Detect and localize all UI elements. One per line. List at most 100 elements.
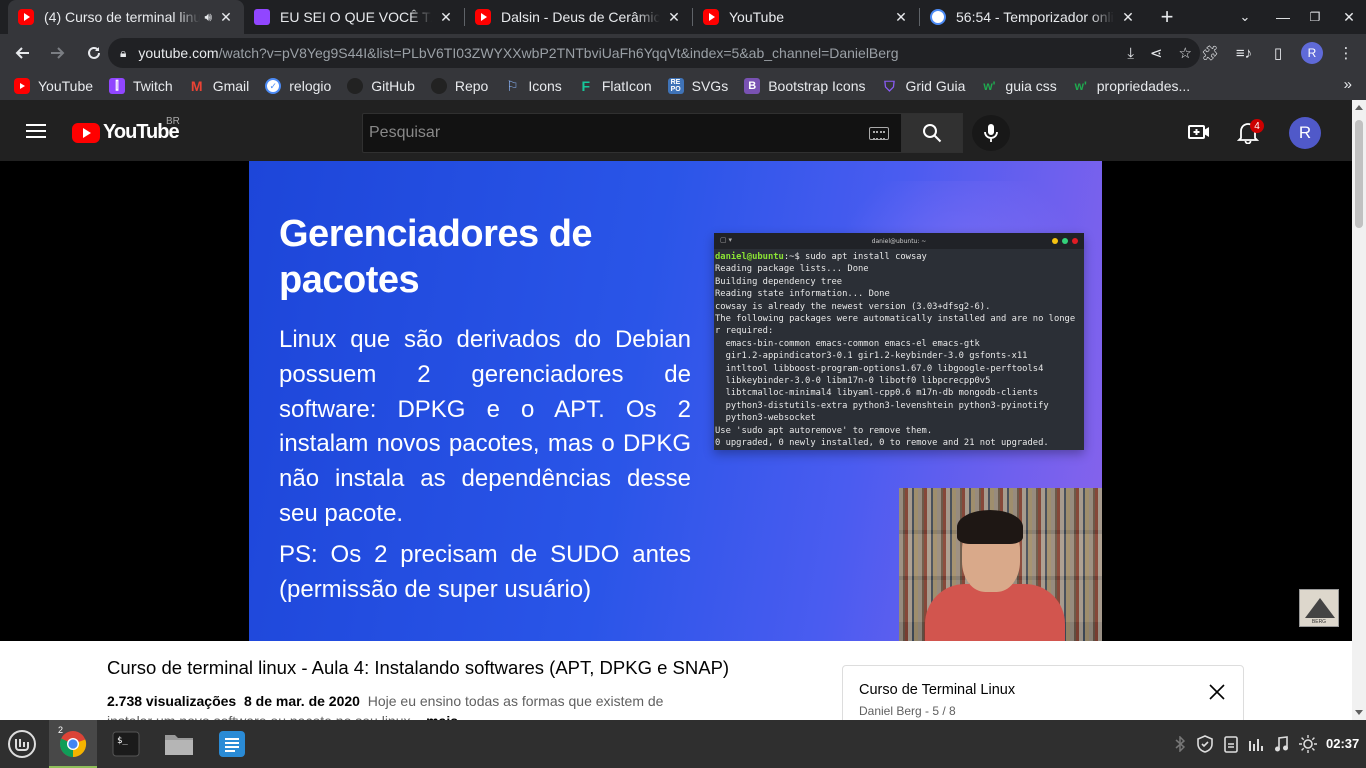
bookmark-svgs[interactable]: RE PO SVGs	[667, 78, 728, 94]
close-tab-icon[interactable]: ✕	[666, 9, 682, 26]
close-tab-icon[interactable]: ✕	[1120, 9, 1136, 26]
flag-icon: ⚐	[506, 77, 519, 94]
install-app-icon[interactable]: ⤓	[1127, 45, 1134, 62]
video-meta[interactable]: 2.738 visualizações 8 de mar. de 2020 Ho…	[107, 691, 707, 720]
bookmark-star-icon[interactable]: ☆	[1179, 44, 1192, 62]
search-input[interactable]	[363, 114, 843, 152]
extensions-puzzle-icon[interactable]: 🧩︎	[1196, 37, 1224, 69]
url-text[interactable]: youtube.com/watch?v=pV8Yeg9S44I&list=PLb…	[138, 45, 898, 61]
taskbar-terminal[interactable]: $_	[104, 720, 148, 768]
account-avatar[interactable]: R	[1289, 117, 1321, 149]
clipboard-icon[interactable]	[1222, 734, 1240, 754]
new-tab-button[interactable]: +	[1150, 0, 1184, 34]
terminal-output-text: Reading package lists... Done Building d…	[715, 264, 1076, 449]
clock-icon: ✓	[265, 78, 282, 94]
github-icon	[430, 78, 447, 94]
bluetooth-icon[interactable]	[1172, 734, 1188, 754]
address-bar[interactable]: 🔒︎ youtube.com/watch?v=pV8Yeg9S44I&list=…	[108, 38, 1200, 68]
lock-icon[interactable]: 🔒︎	[120, 46, 126, 61]
tab-curso-terminal[interactable]: (4) Curso de terminal linux - Aula 4: In…	[8, 0, 244, 34]
back-button[interactable]	[6, 37, 38, 69]
network-icon[interactable]	[1247, 734, 1265, 754]
playlist-panel: Curso de Terminal Linux Daniel Berg - 5 …	[842, 665, 1244, 720]
show-more-link[interactable]: mais	[426, 713, 458, 720]
keyboard-icon[interactable]	[869, 127, 889, 140]
terminal-title: daniel@ubuntu: ~	[871, 237, 927, 245]
close-tab-icon[interactable]: ✕	[218, 9, 234, 26]
svgrepo-icon: RE PO	[667, 78, 684, 94]
video-frame-slide: Gerenciadores de pacotes Linux que são d…	[249, 161, 1102, 641]
tab-title: EU SEI O QUE VOCÊ TÁ PENSANDO	[280, 9, 432, 25]
bookmark-bootstrap-icons[interactable]: B Bootstrap Icons	[744, 78, 865, 94]
close-tab-icon[interactable]: ✕	[893, 9, 909, 26]
share-icon[interactable]: ⋖	[1150, 44, 1163, 62]
person-hair	[957, 510, 1023, 544]
bookmark-twitch[interactable]: ⫿ Twitch	[109, 78, 173, 94]
tab-timer[interactable]: 56:54 - Temporizador online ✕	[920, 0, 1146, 34]
page-scrollbar[interactable]	[1352, 100, 1366, 720]
profile-button[interactable]: R	[1298, 37, 1326, 69]
view-count: 2.738 visualizações	[107, 693, 237, 709]
slide-title: Gerenciadores de pacotes	[279, 213, 593, 301]
channel-watermark[interactable]: BERG	[1299, 589, 1339, 627]
close-playlist-button[interactable]	[1207, 682, 1227, 702]
shield-icon[interactable]	[1196, 734, 1214, 754]
w-icon: w'	[1074, 79, 1087, 93]
tab-youtube[interactable]: YouTube ✕	[693, 0, 919, 34]
flaticon-icon: F	[581, 78, 591, 94]
w-icon: w'	[983, 79, 996, 93]
forward-button[interactable]	[42, 37, 74, 69]
youtube-logo[interactable]: YouTube BR	[72, 116, 180, 144]
bookmarks-bar: YouTube ⫿ Twitch M Gmail ✓ relogio GitHub R…	[0, 72, 1366, 100]
terminal-command: :~$ sudo apt install cowsay	[783, 252, 927, 262]
bookmark-guia-css[interactable]: w' guia css	[981, 78, 1056, 94]
linux-mint-logo-icon	[8, 730, 36, 758]
taskbar-chrome[interactable]: 2	[49, 720, 97, 768]
hamburger-menu-icon[interactable]	[26, 124, 46, 138]
bookmark-gmail[interactable]: M Gmail	[189, 78, 249, 94]
tab-search-chevron-icon[interactable]: ⌄	[1228, 0, 1262, 34]
country-code: BR	[166, 116, 180, 127]
create-video-icon[interactable]	[1187, 120, 1211, 144]
media-controls-icon[interactable]: ≡♪	[1230, 37, 1258, 69]
video-info-area: Curso de terminal linux - Aula 4: Instal…	[0, 641, 1352, 720]
speaker-icon[interactable]: 🔊︎	[204, 10, 212, 25]
chrome-menu-icon[interactable]: ⋮	[1332, 37, 1360, 69]
scroll-up-arrow-icon[interactable]	[1355, 105, 1363, 110]
bookmark-github[interactable]: GitHub	[347, 78, 415, 94]
taskbar-clock[interactable]: 02:37	[1326, 736, 1359, 751]
youtube-play-icon	[72, 122, 100, 143]
tab-dalsin[interactable]: Dalsin - Deus de Cerâmica ✕	[465, 0, 692, 34]
minimize-window-button[interactable]: —	[1266, 0, 1300, 34]
search-button[interactable]	[901, 113, 963, 153]
video-player[interactable]: Gerenciadores de pacotes Linux que são d…	[0, 161, 1352, 641]
bookmark-propriedades[interactable]: w' propriedades...	[1073, 78, 1191, 94]
system-taskbar: 2 $_ 02:37	[0, 720, 1366, 768]
reload-button[interactable]	[78, 37, 110, 69]
bookmark-icons[interactable]: ⚐ Icons	[504, 77, 562, 95]
twitch-icon	[254, 9, 270, 25]
close-icon	[1209, 684, 1225, 700]
side-panel-icon[interactable]: ▯	[1264, 37, 1292, 69]
music-note-icon[interactable]	[1272, 734, 1290, 754]
bookmark-flaticon[interactable]: F FlatIcon	[578, 78, 652, 94]
playlist-title[interactable]: Curso de Terminal Linux	[859, 682, 1015, 698]
scrollbar-thumb[interactable]	[1355, 120, 1363, 228]
close-window-button[interactable]: ✕	[1332, 0, 1366, 34]
taskbar-text-editor[interactable]	[210, 720, 254, 768]
mint-menu-button[interactable]	[4, 720, 40, 768]
scroll-down-arrow-icon[interactable]	[1355, 710, 1363, 715]
restore-window-button[interactable]: ❐	[1298, 0, 1332, 34]
bookmark-relogio[interactable]: ✓ relogio	[265, 78, 331, 94]
terminal-screenshot: ▢ ▾ daniel@ubuntu: ~ daniel@ubuntu:~$ su…	[714, 233, 1084, 450]
bookmark-youtube[interactable]: YouTube	[14, 78, 93, 94]
brightness-icon[interactable]	[1298, 734, 1318, 754]
more-bookmarks-icon[interactable]: »	[1344, 76, 1352, 93]
bookmark-repo[interactable]: Repo	[430, 78, 488, 94]
slide-ps: PS: Os 2 precisam de SUDO antes (permiss…	[279, 541, 691, 603]
close-tab-icon[interactable]: ✕	[438, 9, 454, 26]
taskbar-files[interactable]	[157, 720, 201, 768]
bookmark-grid-guia[interactable]: ⛉ Grid Guia	[881, 78, 965, 95]
voice-search-button[interactable]	[972, 115, 1010, 151]
tab-twitch[interactable]: EU SEI O QUE VOCÊ TÁ PENSANDO ✕	[244, 0, 464, 34]
